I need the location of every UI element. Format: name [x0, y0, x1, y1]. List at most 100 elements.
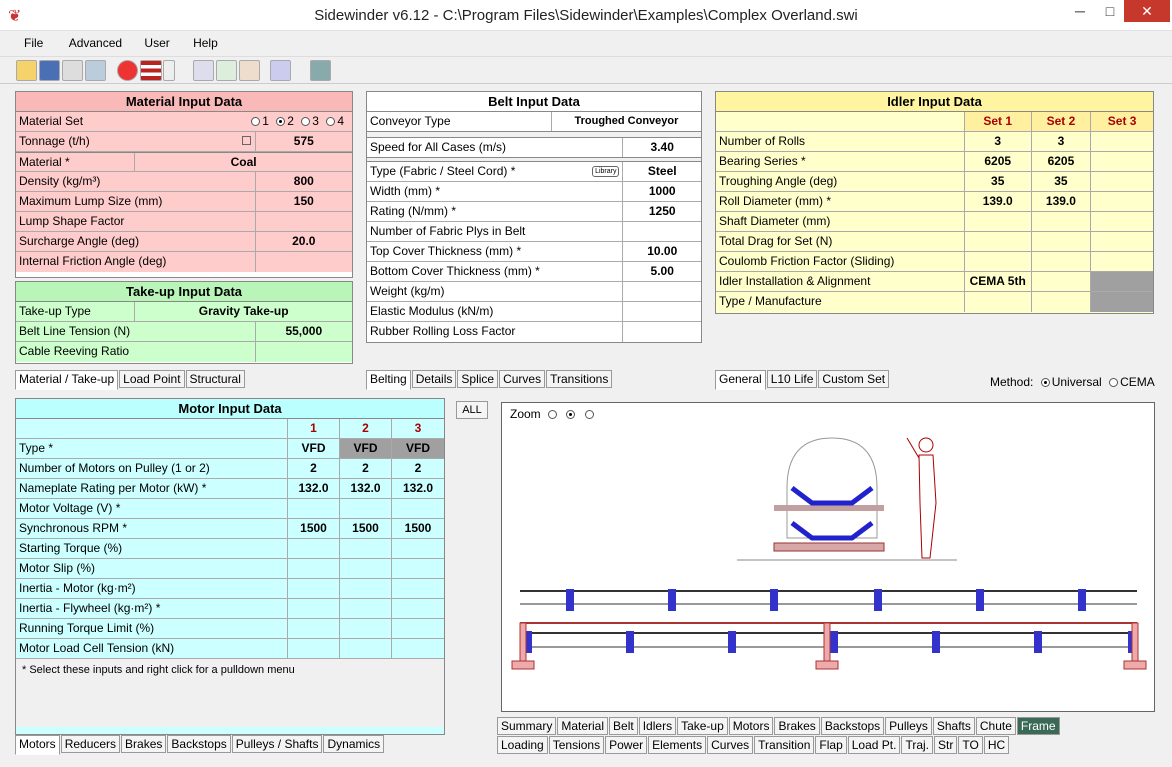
edit-icon[interactable]: [85, 60, 106, 81]
tab-pulleys[interactable]: Pulleys: [885, 717, 932, 735]
radio-universal[interactable]: [1040, 378, 1050, 388]
motor1-value[interactable]: [288, 639, 340, 658]
idler-set1-value[interactable]: [965, 212, 1032, 231]
menu-user[interactable]: User: [144, 31, 169, 50]
motor2-value[interactable]: [340, 539, 392, 558]
radio-set-3[interactable]: [301, 117, 311, 127]
idler-set2-value[interactable]: [1032, 252, 1092, 271]
motor3-value[interactable]: VFD: [392, 439, 444, 458]
motor2-value[interactable]: [340, 619, 392, 638]
close-button[interactable]: ✕: [1124, 0, 1170, 22]
tab-reducers[interactable]: Reducers: [60, 735, 121, 753]
top-cover-value[interactable]: 10.00: [623, 242, 701, 261]
tab-brakes[interactable]: Brakes: [774, 717, 820, 735]
tab-pulleys-shafts[interactable]: Pulleys / Shafts: [231, 735, 323, 753]
width-value[interactable]: 1000: [623, 182, 701, 201]
tab-load-point[interactable]: Load Point: [119, 370, 185, 388]
tab-l10-life[interactable]: L10 Life: [766, 370, 818, 388]
idler-set3-value[interactable]: [1091, 212, 1153, 231]
idler-set1-value[interactable]: [965, 232, 1032, 251]
motor3-value[interactable]: [392, 579, 444, 598]
tab-str[interactable]: Str: [934, 736, 958, 754]
motor3-value[interactable]: 1500: [392, 519, 444, 538]
motor3-value[interactable]: [392, 539, 444, 558]
motor2-value[interactable]: [340, 499, 392, 518]
print-icon[interactable]: [62, 60, 83, 81]
menu-help[interactable]: Help: [193, 31, 218, 50]
tab-loading[interactable]: Loading: [497, 736, 548, 754]
motor3-value[interactable]: 2: [392, 459, 444, 478]
idler-set3-value[interactable]: [1091, 232, 1153, 251]
idler-set1-value[interactable]: 6205: [965, 152, 1032, 171]
motor2-value[interactable]: 132.0: [340, 479, 392, 498]
rating-value[interactable]: 1250: [623, 202, 701, 221]
tab-hc[interactable]: HC: [983, 736, 1010, 754]
idler-set2-value[interactable]: [1032, 212, 1092, 231]
reeving-value[interactable]: [256, 342, 352, 362]
zoom-radio-2[interactable]: [566, 410, 576, 420]
tonnage-calc-icon[interactable]: [241, 136, 251, 145]
motor2-value[interactable]: 2: [340, 459, 392, 478]
idler-set3-value[interactable]: [1091, 252, 1153, 271]
tab-brakes[interactable]: Brakes: [121, 735, 167, 753]
units-flag-icon[interactable]: [140, 60, 162, 81]
tab-custom-set[interactable]: Custom Set: [818, 370, 890, 388]
idler-set1-value[interactable]: 139.0: [965, 192, 1032, 211]
zoom-radio-3[interactable]: [584, 410, 594, 420]
idler-set3-value[interactable]: [1091, 152, 1153, 171]
motor2-value[interactable]: [340, 559, 392, 578]
motor1-value[interactable]: 1500: [288, 519, 340, 538]
idler-set2-value[interactable]: [1032, 232, 1092, 251]
geometry-icon[interactable]: [216, 60, 237, 81]
shape-value[interactable]: [256, 212, 352, 231]
open-icon[interactable]: [16, 60, 37, 81]
motor3-value[interactable]: 132.0: [392, 479, 444, 498]
weight-value[interactable]: [623, 282, 701, 301]
motor1-value[interactable]: 132.0: [288, 479, 340, 498]
minimize-button[interactable]: ─: [1066, 0, 1094, 22]
tonnage-value[interactable]: 575: [256, 132, 352, 151]
idler-set2-value[interactable]: [1032, 292, 1092, 312]
idler-set1-value[interactable]: 3: [965, 132, 1032, 151]
surcharge-value[interactable]: 20.0: [256, 232, 352, 251]
idler-set2-value[interactable]: [1032, 272, 1092, 291]
motor1-value[interactable]: [288, 559, 340, 578]
motor3-value[interactable]: [392, 639, 444, 658]
idler-set2-value[interactable]: 3: [1032, 132, 1092, 151]
radio-set-2[interactable]: [276, 117, 286, 127]
tab-belt[interactable]: Belt: [609, 717, 638, 735]
tab-dynamics[interactable]: Dynamics: [323, 735, 385, 753]
tab-load-pt[interactable]: Load Pt.: [847, 736, 901, 754]
speed-value[interactable]: 3.40: [623, 138, 701, 157]
motor2-value[interactable]: [340, 579, 392, 598]
tab-flap[interactable]: Flap: [815, 736, 847, 754]
modulus-value[interactable]: [623, 302, 701, 321]
radio-cema[interactable]: [1109, 378, 1119, 388]
tab-chute[interactable]: Chute: [975, 717, 1016, 735]
menu-file[interactable]: File: [24, 31, 43, 50]
motor3-value[interactable]: [392, 599, 444, 618]
tab-traj[interactable]: Traj.: [901, 736, 934, 754]
tension-value[interactable]: 55,000: [256, 322, 352, 341]
takeup-type-value[interactable]: Gravity Take-up: [135, 302, 352, 321]
tab-curves[interactable]: Curves: [707, 736, 754, 754]
tab-general[interactable]: General: [715, 370, 766, 390]
motor1-value[interactable]: [288, 599, 340, 618]
idler-set3-value[interactable]: [1091, 272, 1153, 291]
all-button[interactable]: ALL: [456, 401, 488, 419]
tab-summary[interactable]: Summary: [497, 717, 557, 735]
main-icon[interactable]: [239, 60, 260, 81]
motor3-value[interactable]: [392, 619, 444, 638]
motor1-value[interactable]: VFD: [288, 439, 340, 458]
tab-transition[interactable]: Transition: [754, 736, 815, 754]
tab-elements[interactable]: Elements: [648, 736, 707, 754]
idler-set2-value[interactable]: 6205: [1032, 152, 1092, 171]
material-value[interactable]: Coal: [135, 153, 352, 171]
radio-set-1[interactable]: [251, 117, 261, 127]
tab-material-takeup[interactable]: Material / Take-up: [15, 370, 119, 390]
tab-curves[interactable]: Curves: [499, 370, 546, 388]
idler-set3-value[interactable]: [1091, 292, 1153, 312]
tab-splice[interactable]: Splice: [457, 370, 499, 388]
tab-structural[interactable]: Structural: [185, 370, 245, 388]
menu-advanced[interactable]: Advanced: [69, 31, 122, 50]
